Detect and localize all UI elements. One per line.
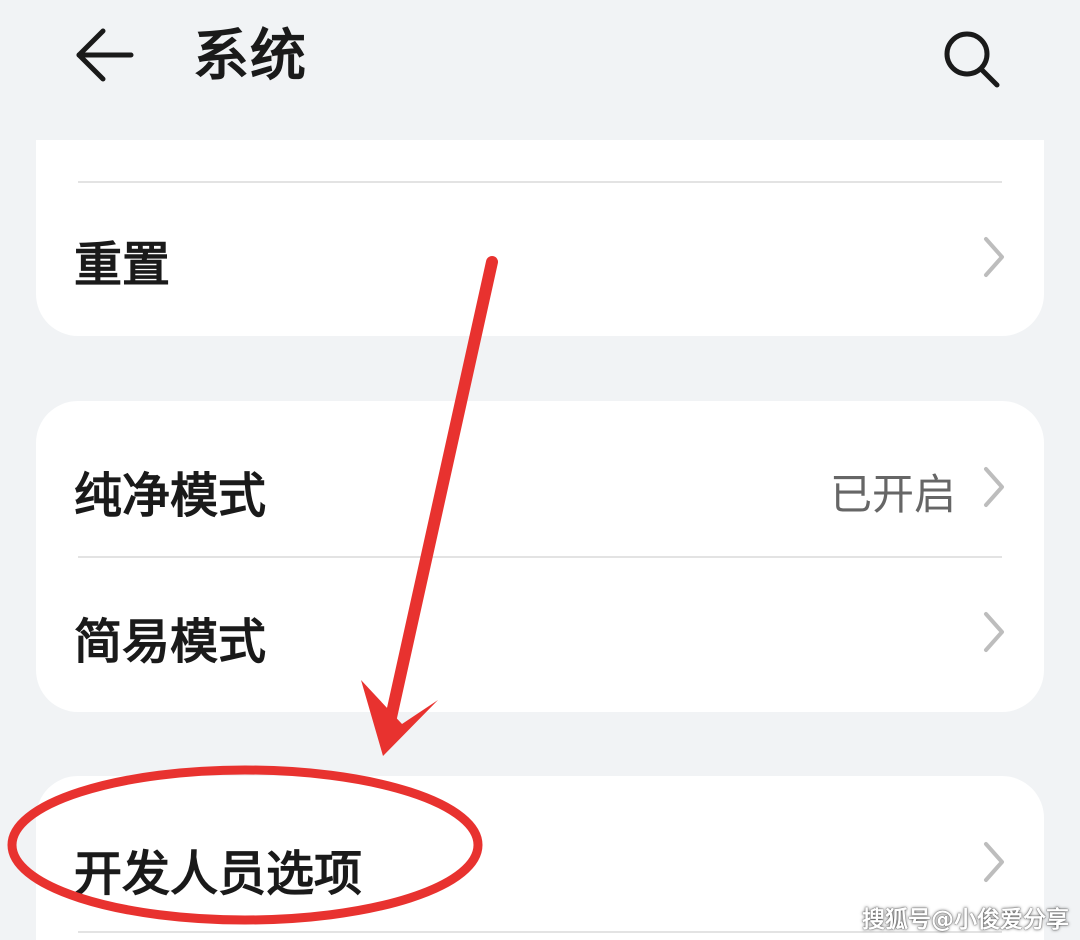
settings-row-simple-mode[interactable]: 简易模式 <box>36 558 1044 712</box>
chevron-right-icon <box>984 842 1004 882</box>
chevron-right-icon <box>984 612 1004 652</box>
back-button[interactable] <box>60 20 150 90</box>
search-button[interactable] <box>930 22 1014 96</box>
search-icon <box>944 31 1000 88</box>
app-header: 系统 <box>0 0 1080 130</box>
row-label: 重置 <box>74 237 171 293</box>
settings-row-reset[interactable]: 重置 <box>36 183 1044 336</box>
row-label: 简易模式 <box>74 614 267 670</box>
page-title: 系统 <box>193 24 307 89</box>
watermark: 搜狐号@小俊爱分享 <box>862 907 1069 933</box>
row-label: 纯净模式 <box>74 468 267 524</box>
row-value: 已开启 <box>829 470 956 519</box>
settings-row-pure-mode[interactable]: 纯净模式 已开启 <box>36 401 1044 556</box>
settings-card-1: 重置 <box>36 140 1044 336</box>
row-label: 开发人员选项 <box>74 846 363 902</box>
chevron-right-icon <box>984 467 1004 507</box>
chevron-right-icon <box>984 237 1004 277</box>
settings-card-2: 纯净模式 已开启 简易模式 <box>36 401 1044 712</box>
arrow-left-icon <box>76 28 134 82</box>
